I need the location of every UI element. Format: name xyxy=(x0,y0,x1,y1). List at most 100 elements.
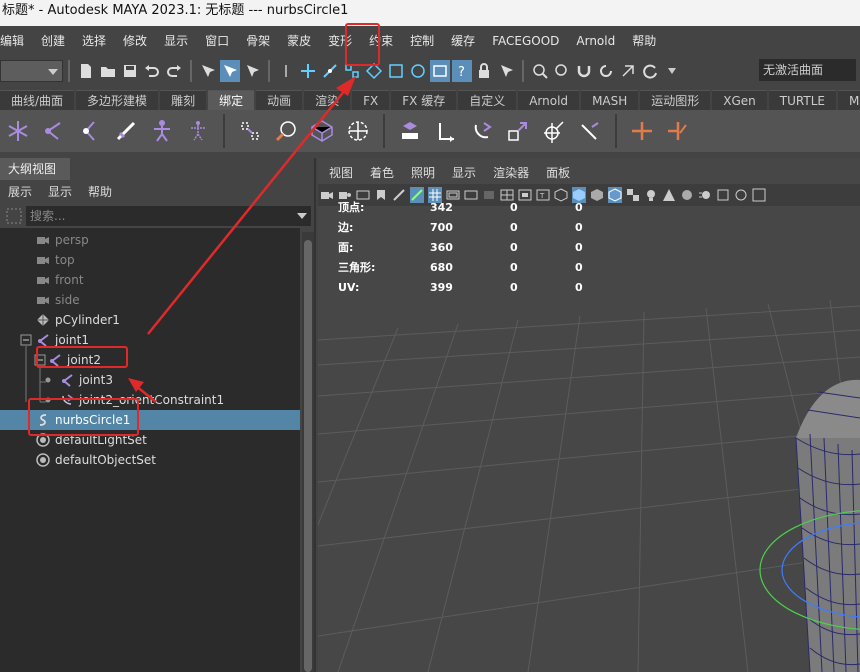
shelf-tab-custom[interactable]: 自定义 xyxy=(458,90,517,110)
snap-grid-icon[interactable] xyxy=(298,60,318,82)
shelf-tab-sculpting[interactable]: 雕刻 xyxy=(160,90,207,110)
menu-display[interactable]: 显示 xyxy=(155,26,196,56)
scale-constraint-icon[interactable] xyxy=(500,113,536,149)
use-all-lights-icon[interactable] xyxy=(644,187,658,203)
viewport-menu-view[interactable]: 视图 xyxy=(318,164,353,181)
open-scene-icon[interactable] xyxy=(98,60,118,82)
humanik-icon[interactable] xyxy=(144,113,180,149)
menu-set-select[interactable] xyxy=(0,60,63,82)
viewport-menu-show[interactable]: 显示 xyxy=(441,164,476,181)
paint-weights-icon[interactable] xyxy=(268,113,304,149)
make-live-icon[interactable] xyxy=(386,60,406,82)
shelf-tab-fx-cache[interactable]: FX 缓存 xyxy=(391,90,457,110)
outliner-search-input[interactable]: 搜索... xyxy=(26,206,311,226)
redo-icon[interactable] xyxy=(164,60,184,82)
shelf-tab-motion-graphics[interactable]: 运动图形 xyxy=(640,90,711,110)
shelf-tab-poly-modeling[interactable]: 多边形建模 xyxy=(76,90,159,110)
chevron-down-icon[interactable] xyxy=(662,60,682,82)
menu-edit[interactable]: 编辑 xyxy=(0,26,32,56)
shelf-tab-turtle[interactable]: TURTLE xyxy=(768,90,836,110)
shelf-tab-xgen[interactable]: XGen xyxy=(712,90,767,110)
bind-skin-icon[interactable] xyxy=(232,113,268,149)
snap-view-plane-icon[interactable] xyxy=(364,60,384,82)
viewport-panel[interactable]: 视图 着色 照明 显示 渲染器 面板 T 顶点: 342 0 0 边: 700 … xyxy=(318,158,860,672)
menu-window[interactable]: 窗口 xyxy=(196,26,237,56)
refresh-icon[interactable] xyxy=(640,60,660,82)
create-joints-star-icon[interactable] xyxy=(0,113,36,149)
outliner-menu-help[interactable]: 帮助 xyxy=(80,183,120,200)
outliner-item-default-light-set[interactable]: defaultLightSet xyxy=(0,430,300,450)
motion-blur-icon[interactable] xyxy=(698,187,712,203)
viewport-menu-lighting[interactable]: 照明 xyxy=(400,164,435,181)
depth-of-field-icon[interactable] xyxy=(734,187,748,203)
scrollbar-thumb[interactable] xyxy=(304,240,312,672)
outliner-item-default-object-set[interactable]: defaultObjectSet xyxy=(0,450,300,470)
outliner-title[interactable]: 大纲视图 xyxy=(0,158,70,180)
cluster-icon[interactable] xyxy=(340,113,376,149)
blend-shape-icon[interactable] xyxy=(660,113,696,149)
parent-constraint-icon[interactable] xyxy=(392,113,428,149)
live-surface-field[interactable]: 无激活曲面 xyxy=(759,59,856,81)
snap-curve-icon[interactable] xyxy=(320,60,340,82)
viewport-menu-panels[interactable]: 面板 xyxy=(535,164,570,181)
screen-space-ao-icon[interactable] xyxy=(680,187,694,203)
select-component-icon[interactable] xyxy=(242,60,262,82)
rotate-snap-icon[interactable] xyxy=(596,60,616,82)
menu-arnold[interactable]: Arnold xyxy=(567,26,623,56)
orient-constraint-icon[interactable] xyxy=(464,113,500,149)
filter-icon[interactable] xyxy=(6,208,22,224)
lattice-icon[interactable] xyxy=(304,113,340,149)
menu-create[interactable]: 创建 xyxy=(32,26,73,56)
menu-deform[interactable]: 变形 xyxy=(319,26,360,56)
select-object-icon[interactable] xyxy=(220,60,240,82)
select-hierarchy-icon[interactable] xyxy=(198,60,218,82)
save-scene-icon[interactable] xyxy=(120,60,140,82)
menu-cache[interactable]: 缓存 xyxy=(442,26,483,56)
shelf-tab-curves[interactable]: 曲线/曲面 xyxy=(0,90,75,110)
curve-snap-icon[interactable] xyxy=(530,60,550,82)
select-tool-icon[interactable] xyxy=(496,60,516,82)
outliner-menu-show[interactable]: 展示 xyxy=(0,183,40,200)
surface-snap-icon[interactable] xyxy=(552,60,572,82)
menu-facegood[interactable]: FACEGOOD xyxy=(483,26,567,56)
chevron-down-icon[interactable] xyxy=(297,213,307,219)
undo-icon[interactable] xyxy=(142,60,162,82)
anti-aliasing-icon[interactable] xyxy=(716,187,730,203)
isolate-select-icon[interactable] xyxy=(752,187,766,203)
point-constraint-icon[interactable] xyxy=(428,113,464,149)
menu-help[interactable]: 帮助 xyxy=(623,26,664,56)
shelf-tab-arnold[interactable]: Arnold xyxy=(518,90,580,110)
outliner-scrollbar[interactable] xyxy=(302,232,314,672)
new-scene-icon[interactable] xyxy=(76,60,96,82)
menu-modify[interactable]: 修改 xyxy=(114,26,155,56)
insert-joint-icon[interactable] xyxy=(72,113,108,149)
pole-vector-constraint-icon[interactable] xyxy=(572,113,608,149)
shelf-tab-mash[interactable]: MASH xyxy=(581,90,639,110)
create-joints-icon[interactable] xyxy=(36,113,72,149)
ik-handle-icon[interactable] xyxy=(108,113,144,149)
shelf-tab-rendering[interactable]: 渲染 xyxy=(304,90,351,110)
magnet-icon[interactable] xyxy=(574,60,594,82)
menu-skin[interactable]: 蒙皮 xyxy=(278,26,319,56)
textured-icon[interactable] xyxy=(626,187,640,203)
menu-control[interactable]: 控制 xyxy=(401,26,442,56)
shelf-tab-fx[interactable]: FX xyxy=(352,90,390,110)
shelf-tab-animation[interactable]: 动画 xyxy=(256,90,303,110)
snap-options-icon[interactable] xyxy=(618,60,638,82)
outliner-menu-display[interactable]: 显示 xyxy=(40,183,80,200)
menu-select[interactable]: 选择 xyxy=(73,26,114,56)
quick-rig-icon[interactable] xyxy=(180,113,216,149)
aim-constraint-icon[interactable] xyxy=(536,113,572,149)
shadows-icon[interactable] xyxy=(662,187,676,203)
shelf-tab-rigging[interactable]: 绑定 xyxy=(208,90,255,110)
viewport-menu-shading[interactable]: 着色 xyxy=(359,164,394,181)
shelf-tab-msp[interactable]: MSP xyxy=(837,90,860,110)
menu-constrain[interactable]: 约束 xyxy=(360,26,401,56)
lock-icon[interactable] xyxy=(474,60,494,82)
history-icon[interactable] xyxy=(408,60,428,82)
help-icon[interactable]: ? xyxy=(452,60,472,82)
viewport-menu-renderer[interactable]: 渲染器 xyxy=(482,164,529,181)
menu-skeleton[interactable]: 骨架 xyxy=(237,26,278,56)
render-view-icon[interactable] xyxy=(430,60,450,82)
set-driven-key-icon[interactable] xyxy=(624,113,660,149)
